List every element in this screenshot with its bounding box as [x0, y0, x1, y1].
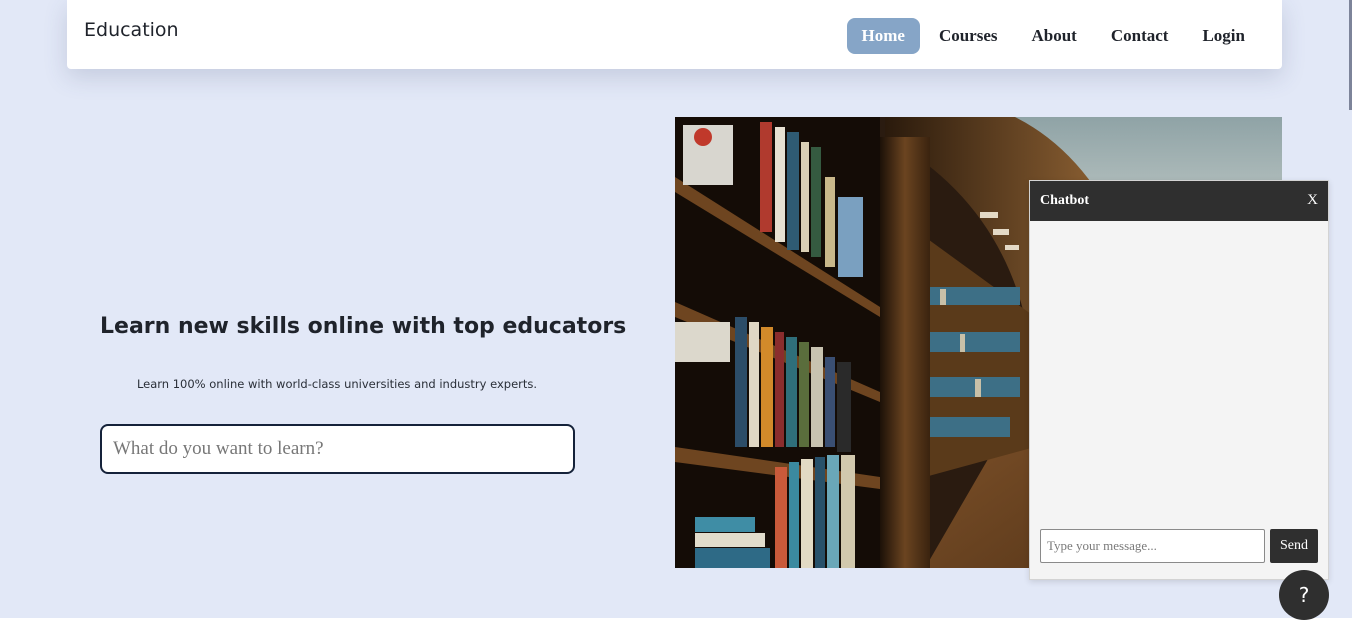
chatbot-message-input[interactable] [1040, 529, 1265, 563]
course-search-input[interactable] [100, 424, 575, 474]
nav-link-courses[interactable]: Courses [924, 18, 1013, 54]
nav-links: Home Courses About Contact Login [843, 18, 1261, 54]
next-section-band [0, 618, 1352, 640]
top-navbar: Education Home Courses About Contact Log… [67, 0, 1282, 69]
chatbot-header: Chatbot X [1030, 181, 1328, 221]
hero-subtitle: Learn 100% online with world-class unive… [136, 377, 538, 391]
nav-link-login[interactable]: Login [1187, 18, 1260, 54]
chatbot-close-button[interactable]: X [1307, 192, 1318, 209]
brand-logo-text[interactable]: Education [84, 19, 179, 41]
chatbot-panel: Chatbot X Send [1029, 180, 1329, 580]
nav-link-about[interactable]: About [1017, 18, 1092, 54]
hero-title: Learn new skills online with top educato… [100, 314, 627, 339]
chatbot-send-button[interactable]: Send [1270, 529, 1318, 563]
nav-link-contact[interactable]: Contact [1096, 18, 1184, 54]
help-button[interactable]: ? [1279, 570, 1329, 620]
nav-link-home[interactable]: Home [846, 18, 920, 54]
chatbot-title: Chatbot [1040, 193, 1090, 208]
